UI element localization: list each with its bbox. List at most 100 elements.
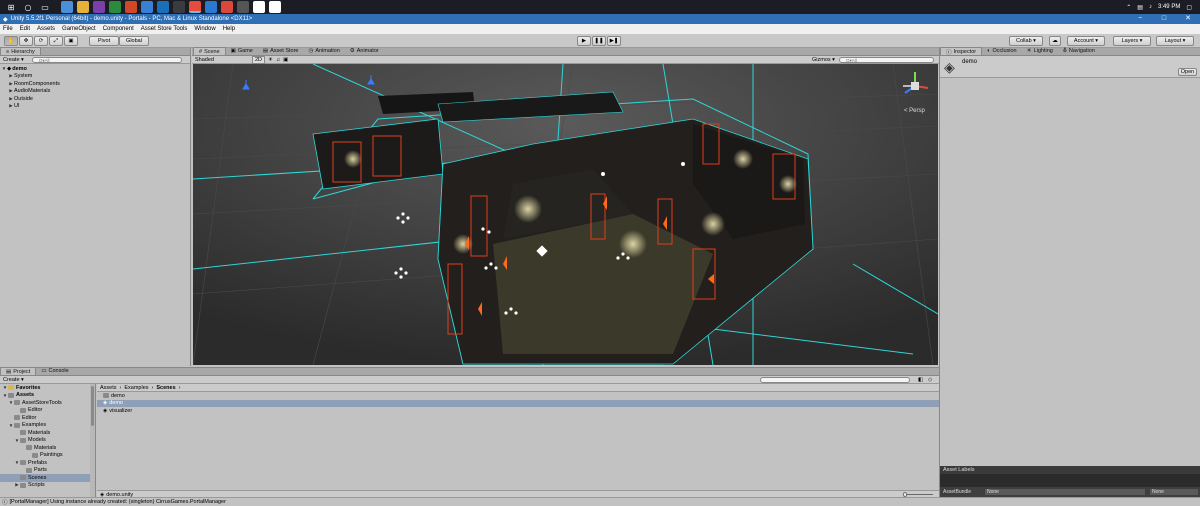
task-view-icon[interactable]: ▭ xyxy=(39,1,51,13)
project-file-item[interactable]: ◈ demo xyxy=(97,399,939,407)
rotate-tool-button[interactable]: ⟳ xyxy=(34,36,48,46)
tab-animator[interactable]: ⚙ Animator xyxy=(345,47,384,55)
hierarchy-create-dropdown[interactable]: Create ▾ xyxy=(3,57,24,63)
project-tree-item[interactable]: Scenes xyxy=(0,474,95,482)
taskbar-app-icon[interactable] xyxy=(237,1,249,13)
tab-navigation[interactable]: ⛢ Navigation xyxy=(1058,47,1100,55)
tab-hierarchy[interactable]: ≡ Hierarchy xyxy=(0,47,41,55)
scene-search-input[interactable]: Q▾All xyxy=(839,57,934,63)
taskbar-app-icon[interactable] xyxy=(109,1,121,13)
menu-help[interactable]: Help xyxy=(223,26,235,32)
layout-dropdown[interactable]: Layout ▾ xyxy=(1156,36,1194,46)
play-button[interactable]: ▶ xyxy=(577,36,591,46)
step-button[interactable]: ▶❚ xyxy=(607,36,621,46)
tab-lighting[interactable]: ☀ Lighting xyxy=(1022,47,1058,55)
cloud-button[interactable]: ☁ xyxy=(1049,36,1061,46)
project-tree-item[interactable]: Editor xyxy=(0,414,95,422)
move-tool-button[interactable]: ✥ xyxy=(19,36,33,46)
menu-gameobject[interactable]: GameObject xyxy=(62,26,96,32)
tree-scrollbar[interactable] xyxy=(90,384,95,498)
project-tree-item[interactable]: Materials xyxy=(0,429,95,437)
menu-component[interactable]: Component xyxy=(103,26,134,32)
taskbar-app-icon[interactable] xyxy=(173,1,185,13)
project-create-dropdown[interactable]: Create ▾ xyxy=(3,377,24,383)
breadcrumb-assets[interactable]: Assets xyxy=(100,385,117,391)
breadcrumb-scenes[interactable]: Scenes xyxy=(156,385,175,391)
windows-start-icon[interactable]: ⊞ xyxy=(5,1,17,13)
tab-animation[interactable]: ◷ Animation xyxy=(304,47,345,55)
project-tree-item[interactable]: ▶ Scripts xyxy=(0,482,95,490)
menu-edit[interactable]: Edit xyxy=(20,26,30,32)
2d-toggle[interactable]: 2D xyxy=(251,55,265,64)
search-by-label-icon[interactable]: ◇ xyxy=(928,377,932,383)
gizmos-dropdown[interactable]: Gizmos ▾ xyxy=(812,57,835,63)
minimize-button[interactable]: − xyxy=(1128,14,1152,24)
taskbar-app-icon[interactable] xyxy=(253,1,265,13)
project-file-item[interactable]: ◈ visualizer xyxy=(97,407,939,415)
status-message[interactable]: [PortalManager] Using instance already c… xyxy=(10,499,226,505)
collab-dropdown[interactable]: Collab ▾ xyxy=(1009,36,1043,46)
audio-toggle-icon[interactable]: ♫ xyxy=(276,57,280,63)
volume-icon[interactable]: ♪ xyxy=(1149,4,1152,10)
close-button[interactable]: ✕ xyxy=(1176,14,1200,24)
hierarchy-search-input[interactable]: Q▾All xyxy=(31,56,182,63)
menu-window[interactable]: Window xyxy=(194,26,215,32)
hierarchy-item[interactable]: ▶ UI xyxy=(0,103,190,111)
asset-bundle-variant-dropdown[interactable]: None xyxy=(1150,489,1198,495)
taskbar-app-icon[interactable] xyxy=(189,1,201,13)
scale-tool-button[interactable]: ⤢ xyxy=(49,36,63,46)
maximize-button[interactable]: □ xyxy=(1152,14,1176,24)
search-by-type-icon[interactable]: ◧ xyxy=(918,377,923,383)
network-icon[interactable]: ▤ xyxy=(1137,4,1143,11)
tray-chevron-icon[interactable]: ⌃ xyxy=(1126,4,1131,11)
asset-bundle-dropdown[interactable]: None xyxy=(985,489,1145,495)
tab-console[interactable]: ▭ Console xyxy=(36,367,73,375)
tab-game[interactable]: ▣ Game xyxy=(226,47,258,55)
tab-asset-store[interactable]: ▤ Asset Store xyxy=(258,47,304,55)
project-tree-item[interactable]: ▼ Assets xyxy=(0,392,95,400)
cortana-icon[interactable]: ○ xyxy=(22,1,34,13)
hand-tool-button[interactable]: ✋ xyxy=(4,36,18,46)
hierarchy-item[interactable]: ▶ Outside xyxy=(0,95,190,103)
hierarchy-item[interactable]: ▶ System xyxy=(0,73,190,81)
tab-project[interactable]: ▤ Project xyxy=(0,367,37,375)
project-tree-item[interactable]: ▼ Favorites xyxy=(0,384,95,392)
taskbar-app-icon[interactable] xyxy=(77,1,89,13)
menu-assets[interactable]: Assets xyxy=(37,26,55,32)
menu-file[interactable]: File xyxy=(3,26,13,32)
project-search-input[interactable] xyxy=(760,377,910,383)
project-tree-item[interactable]: Paintings xyxy=(0,452,95,460)
persp-label[interactable]: < Persp xyxy=(904,108,926,114)
global-toggle[interactable]: Global xyxy=(119,36,149,46)
notifications-icon[interactable]: ▢ xyxy=(1186,4,1192,11)
layers-dropdown[interactable]: Layers ▾ xyxy=(1113,36,1151,46)
project-tree-item[interactable]: ▼ Examples xyxy=(0,422,95,430)
hierarchy-item[interactable]: ▶ RoomComponents xyxy=(0,80,190,88)
taskbar-app-icon[interactable] xyxy=(125,1,137,13)
lighting-toggle-icon[interactable]: ☀ xyxy=(268,57,273,63)
rect-tool-button[interactable]: ▣ xyxy=(64,36,78,46)
project-tree-item[interactable]: ▼ Prefabs xyxy=(0,459,95,467)
hierarchy-item[interactable]: ▶ AudioMaterials xyxy=(0,88,190,96)
taskbar-app-icon[interactable] xyxy=(141,1,153,13)
taskbar-app-icon[interactable] xyxy=(61,1,73,13)
project-tree-item[interactable]: ▼ Models xyxy=(0,437,95,445)
tab-inspector[interactable]: ⓘ Inspector xyxy=(940,47,983,56)
menu-asset-store-tools[interactable]: Asset Store Tools xyxy=(141,26,188,32)
breadcrumb-examples[interactable]: Examples xyxy=(124,385,148,391)
tab-scene[interactable]: # Scene xyxy=(193,47,226,55)
project-tree-item[interactable]: Materials xyxy=(0,444,95,452)
project-tree-item[interactable]: Editor xyxy=(0,407,95,415)
project-tree-item[interactable]: Parts xyxy=(0,467,95,475)
project-tree-item[interactable]: ▼ AssetStoreTools xyxy=(0,399,95,407)
project-file-item[interactable]: demo xyxy=(97,392,939,400)
tab-occlusion[interactable]: ◐ Occlusion xyxy=(982,47,1021,55)
open-button[interactable]: Open xyxy=(1178,68,1197,76)
pause-button[interactable]: ❚❚ xyxy=(592,36,606,46)
shading-mode-dropdown[interactable]: Shaded xyxy=(195,57,214,63)
taskbar-app-icon[interactable] xyxy=(157,1,169,13)
icon-size-slider[interactable] xyxy=(903,492,933,497)
clock[interactable]: 3:49 PM xyxy=(1158,4,1180,10)
taskbar-app-icon[interactable] xyxy=(269,1,281,13)
scene-root-item[interactable]: ▼ ◆ demo xyxy=(0,65,190,73)
